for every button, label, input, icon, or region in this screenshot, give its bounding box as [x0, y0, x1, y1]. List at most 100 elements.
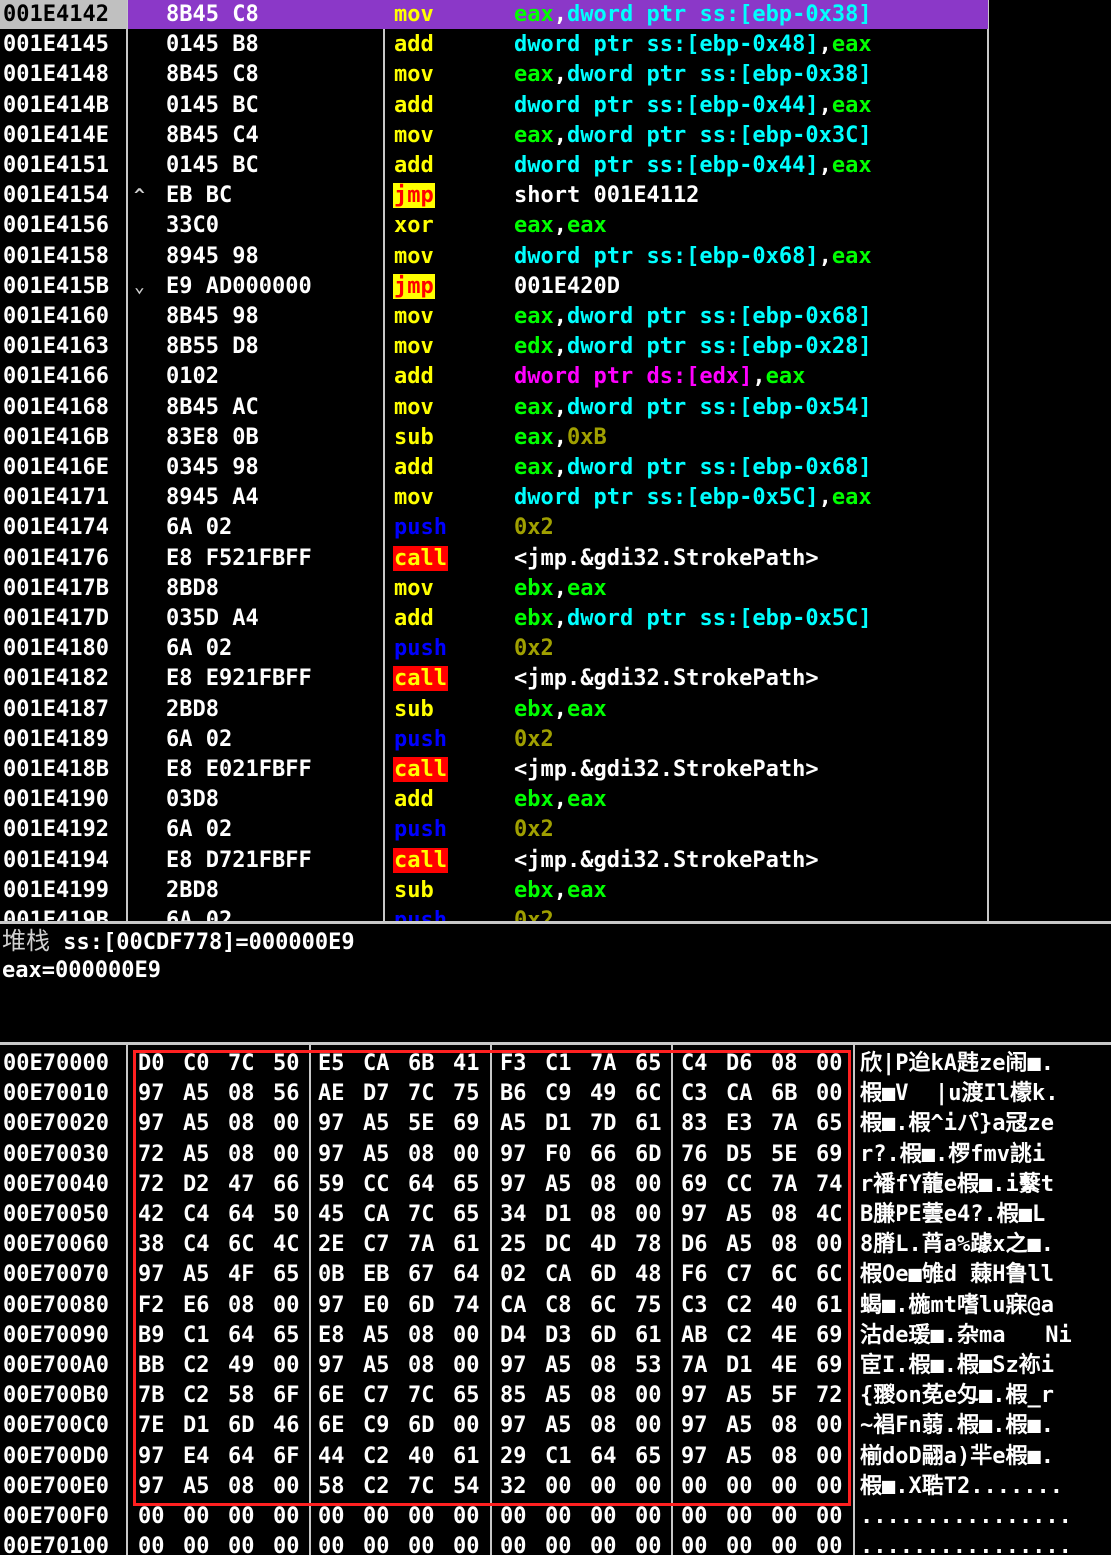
dump-row[interactable]: 00E70040 72 D2 47 66 59 CC 64 65 97 A5 08 00 69 CC 7A 74…: [0, 1170, 1111, 1200]
dump-row[interactable]: 00E70000 D0 C0 7C 50 E5 CA 6B 41 F3 C1 7A 65 C4 D6 08 00…: [0, 1049, 1111, 1079]
dump-byte[interactable]: 64: [228, 1200, 268, 1230]
dump-byte[interactable]: 6D: [635, 1140, 675, 1170]
disasm-row[interactable]: 001E415B ⌄ E9 AD000000 jmp 001E420D: [0, 272, 1111, 302]
dump-byte[interactable]: 85: [500, 1381, 540, 1411]
dump-byte[interactable]: C1: [183, 1321, 223, 1351]
dump-byte[interactable]: 08: [771, 1411, 811, 1441]
dump-byte[interactable]: A5: [363, 1140, 403, 1170]
dump-byte[interactable]: C8: [545, 1291, 585, 1321]
dump-byte[interactable]: 00: [318, 1502, 358, 1532]
dump-byte[interactable]: 97: [138, 1260, 178, 1290]
dump-byte[interactable]: 42: [138, 1200, 178, 1230]
disasm-row[interactable]: 001E417B 8BD8 mov ebx,eax: [0, 574, 1111, 604]
dump-byte[interactable]: 00: [545, 1472, 585, 1502]
dump-byte[interactable]: C1: [545, 1442, 585, 1472]
dump-byte[interactable]: 08: [228, 1472, 268, 1502]
dump-byte[interactable]: CA: [726, 1079, 766, 1109]
dump-byte[interactable]: A5: [363, 1109, 403, 1139]
dump-byte[interactable]: E0: [363, 1291, 403, 1321]
dump-byte[interactable]: 64: [453, 1260, 493, 1290]
dump-byte[interactable]: 65: [453, 1200, 493, 1230]
dump-byte[interactable]: 08: [228, 1109, 268, 1139]
dump-byte[interactable]: 75: [635, 1291, 675, 1321]
dump-byte[interactable]: 65: [273, 1321, 313, 1351]
dump-byte[interactable]: DC: [545, 1230, 585, 1260]
dump-byte[interactable]: 4C: [273, 1230, 313, 1260]
dump-byte[interactable]: 00: [273, 1532, 313, 1555]
dump-byte[interactable]: 00: [635, 1170, 675, 1200]
dump-byte[interactable]: 00: [273, 1472, 313, 1502]
dump-byte[interactable]: CC: [363, 1170, 403, 1200]
dump-byte[interactable]: B6: [500, 1079, 540, 1109]
dump-byte[interactable]: 58: [228, 1381, 268, 1411]
dump-byte[interactable]: 54: [453, 1472, 493, 1502]
dump-byte[interactable]: CA: [363, 1200, 403, 1230]
dump-byte[interactable]: 00: [635, 1200, 675, 1230]
dump-row[interactable]: 00E700E0 97 A5 08 00 58 C2 7C 54 32 00 00 00 00 00 00 00…: [0, 1472, 1111, 1502]
dump-byte[interactable]: 08: [408, 1351, 448, 1381]
dump-byte[interactable]: C2: [726, 1321, 766, 1351]
dump-row[interactable]: 00E70030 72 A5 08 00 97 A5 08 00 97 F0 66 6D 76 D5 5E 69…: [0, 1140, 1111, 1170]
dump-byte[interactable]: 4D: [590, 1230, 630, 1260]
dump-byte[interactable]: 00: [681, 1532, 721, 1555]
dump-byte[interactable]: 00: [816, 1472, 856, 1502]
dump-byte[interactable]: A5: [183, 1260, 223, 1290]
dump-byte[interactable]: A5: [545, 1411, 585, 1441]
dump-byte[interactable]: A5: [500, 1109, 540, 1139]
dump-byte[interactable]: 97: [681, 1442, 721, 1472]
dump-byte[interactable]: 97: [138, 1079, 178, 1109]
dump-byte[interactable]: 74: [816, 1170, 856, 1200]
dump-byte[interactable]: 66: [273, 1170, 313, 1200]
dump-byte[interactable]: 6C: [635, 1079, 675, 1109]
disasm-row[interactable]: 001E4192 6A 02 push 0x2: [0, 815, 1111, 845]
dump-byte[interactable]: 7D: [590, 1109, 630, 1139]
dump-byte[interactable]: 08: [590, 1351, 630, 1381]
dump-byte[interactable]: 7A: [771, 1109, 811, 1139]
dump-byte[interactable]: 00: [816, 1049, 856, 1079]
dump-byte[interactable]: 97: [500, 1140, 540, 1170]
disasm-row[interactable]: 001E4187 2BD8 sub ebx,eax: [0, 695, 1111, 725]
dump-byte[interactable]: 00: [635, 1472, 675, 1502]
dump-byte[interactable]: 97: [138, 1472, 178, 1502]
dump-byte[interactable]: C3: [681, 1079, 721, 1109]
dump-byte[interactable]: 00: [816, 1442, 856, 1472]
dump-byte[interactable]: E6: [183, 1291, 223, 1321]
dump-byte[interactable]: 00: [453, 1502, 493, 1532]
dump-byte[interactable]: A5: [545, 1381, 585, 1411]
disasm-row[interactable]: 001E419B 6A 02 push 0x2: [0, 906, 1111, 921]
dump-byte[interactable]: 00: [273, 1291, 313, 1321]
dump-byte[interactable]: 00: [771, 1532, 811, 1555]
dump-byte[interactable]: E5: [318, 1049, 358, 1079]
dump-row[interactable]: 00E70090 B9 C1 64 65 E8 A5 08 00 D4 D3 6D 61 AB C2 4E 69…: [0, 1321, 1111, 1351]
dump-byte[interactable]: 7C: [408, 1079, 448, 1109]
dump-byte[interactable]: 00: [363, 1502, 403, 1532]
dump-byte[interactable]: D1: [726, 1351, 766, 1381]
dump-byte[interactable]: 61: [635, 1321, 675, 1351]
dump-byte[interactable]: 00: [771, 1472, 811, 1502]
dump-byte[interactable]: F3: [500, 1049, 540, 1079]
disasm-row[interactable]: 001E414B 0145 BC add dword ptr ss:[ebp-0x44…: [0, 91, 1111, 121]
dump-byte[interactable]: C7: [363, 1230, 403, 1260]
dump-byte[interactable]: 00: [816, 1411, 856, 1441]
dump-byte[interactable]: C0: [183, 1049, 223, 1079]
dump-byte[interactable]: 02: [500, 1260, 540, 1290]
dump-byte[interactable]: 66: [590, 1140, 630, 1170]
dump-byte[interactable]: 08: [590, 1411, 630, 1441]
dump-byte[interactable]: 00: [545, 1502, 585, 1532]
dump-byte[interactable]: 4E: [771, 1351, 811, 1381]
dump-byte[interactable]: 49: [228, 1351, 268, 1381]
dump-byte[interactable]: 6D: [408, 1411, 448, 1441]
dump-byte[interactable]: A5: [183, 1079, 223, 1109]
dump-byte[interactable]: BB: [138, 1351, 178, 1381]
dump-byte[interactable]: 08: [590, 1170, 630, 1200]
dump-byte[interactable]: 00: [726, 1502, 766, 1532]
dump-byte[interactable]: CA: [363, 1049, 403, 1079]
dump-byte[interactable]: 4C: [816, 1200, 856, 1230]
dump-byte[interactable]: A5: [183, 1140, 223, 1170]
dump-byte[interactable]: 00: [183, 1502, 223, 1532]
dump-byte[interactable]: 29: [500, 1442, 540, 1472]
dump-byte[interactable]: F2: [138, 1291, 178, 1321]
dump-byte[interactable]: A5: [545, 1170, 585, 1200]
disassembly-pane[interactable]: 001E4142 8B45 C8 mov eax,dword ptr ss:[ebp-…: [0, 0, 1111, 921]
dump-byte[interactable]: 6D: [590, 1260, 630, 1290]
